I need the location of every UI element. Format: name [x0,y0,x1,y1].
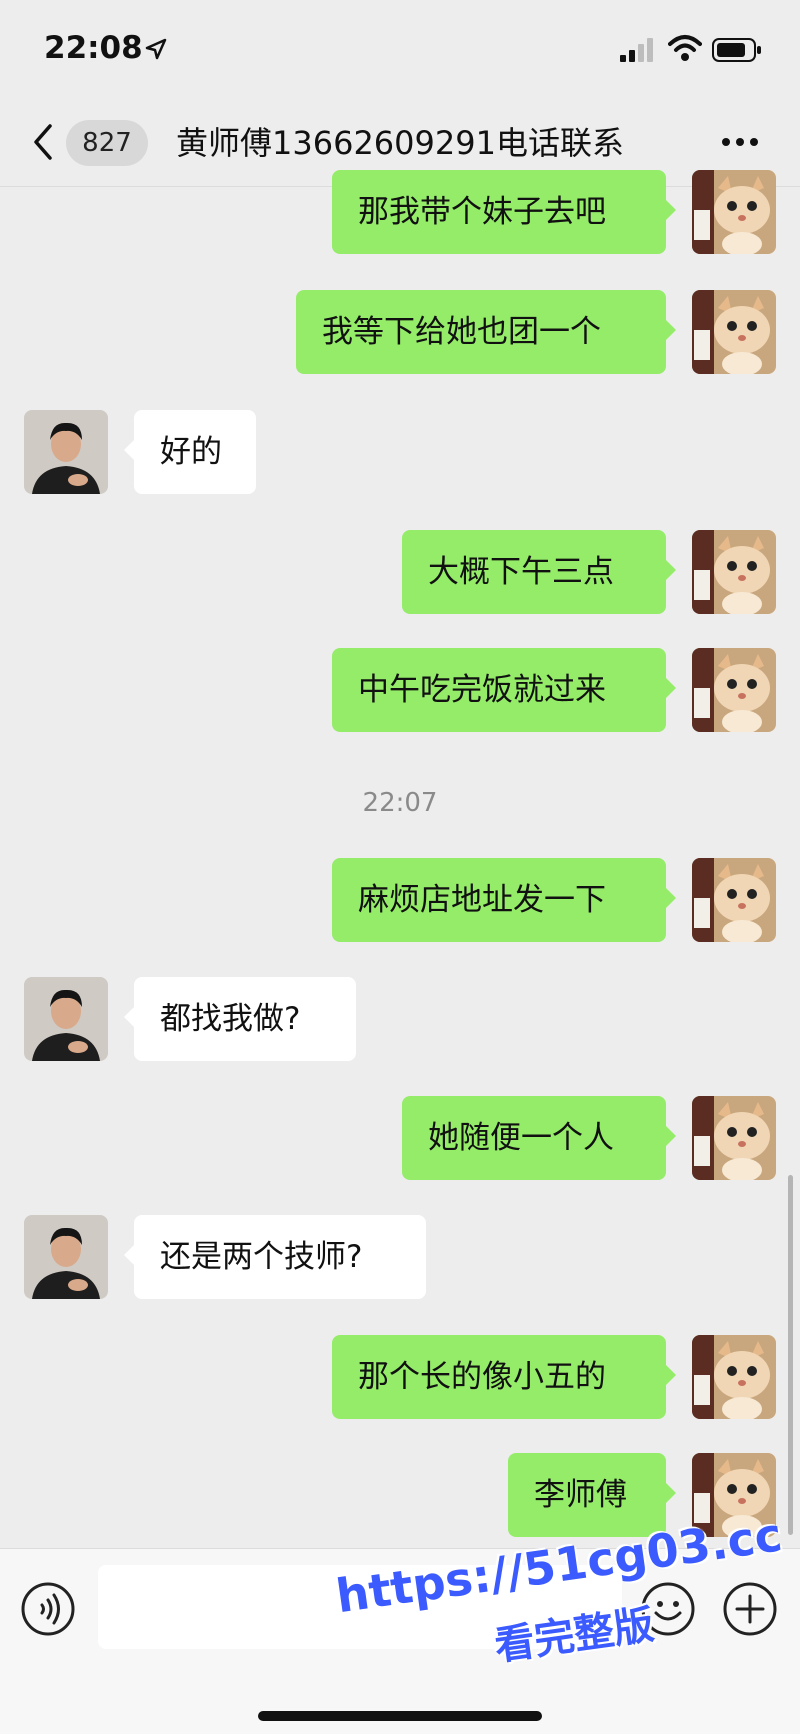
status-time: 22:08 [44,30,143,66]
battery-icon [712,38,761,62]
outgoing-message-bubble[interactable]: 大概下午三点 [402,530,676,614]
contact-avatar[interactable] [24,1215,108,1299]
outgoing-message-bubble[interactable]: 她随便一个人 [402,1096,676,1180]
input-bar [0,1548,800,1734]
my-avatar-cat[interactable] [692,858,776,942]
cellular-signal-icon [620,38,653,62]
incoming-message-bubble[interactable]: 都找我做? [124,977,356,1061]
contact-avatar[interactable] [24,977,108,1061]
my-avatar-cat[interactable] [692,648,776,732]
location-arrow-icon [145,38,167,60]
my-avatar-cat[interactable] [692,1096,776,1180]
incoming-message-bubble[interactable]: 好的 [124,410,256,494]
incoming-message-bubble[interactable]: 还是两个技师? [124,1215,426,1299]
status-bar: 22:08 [0,0,800,100]
my-avatar-cat[interactable] [692,1453,776,1537]
outgoing-message-bubble[interactable]: 麻烦店地址发一下 [332,858,676,942]
outgoing-message-bubble[interactable]: 那个长的像小五的 [332,1335,676,1419]
home-indicator [258,1711,542,1721]
more-options-icon[interactable] [720,136,760,148]
message-text-input[interactable] [98,1565,622,1649]
outgoing-message-bubble[interactable]: 我等下给她也团一个 [296,290,676,374]
back-chevron-icon[interactable] [30,122,56,162]
outgoing-message-bubble[interactable]: 那我带个妹子去吧 [332,170,676,254]
chat-title: 黄师傅13662609291电话联系 [176,124,624,162]
outgoing-message-bubble[interactable]: 中午吃完饭就过来 [332,648,676,732]
scroll-indicator[interactable] [788,1175,793,1535]
my-avatar-cat[interactable] [692,530,776,614]
my-avatar-cat[interactable] [692,290,776,374]
emoji-icon[interactable] [640,1581,696,1637]
message-timestamp: 22:07 [362,788,438,818]
outgoing-message-bubble[interactable]: 李师傅 [508,1453,676,1537]
wifi-icon [668,35,702,61]
my-avatar-cat[interactable] [692,1335,776,1419]
my-avatar-cat[interactable] [692,170,776,254]
unread-count-badge[interactable]: 827 [66,120,148,166]
contact-avatar[interactable] [24,410,108,494]
voice-input-icon[interactable] [20,1581,76,1637]
add-attachment-icon[interactable] [722,1581,778,1637]
